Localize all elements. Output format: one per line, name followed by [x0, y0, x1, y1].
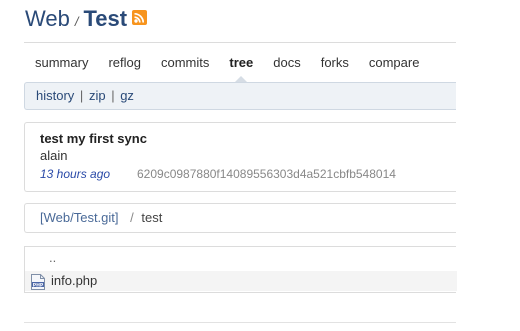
php-file-icon: PHP: [31, 274, 45, 290]
commit-message[interactable]: test my first sync: [40, 131, 456, 147]
svg-text:PHP: PHP: [33, 282, 44, 288]
repo-parent-link[interactable]: Web: [25, 6, 70, 32]
main-nav: summary reflog commits tree docs forks c…: [24, 42, 456, 83]
subnav-bar: history | zip | gz: [24, 82, 456, 110]
breadcrumb-current-folder: test: [141, 210, 163, 225]
tab-reflog[interactable]: reflog: [98, 43, 151, 83]
tree-file-row[interactable]: PHP info.php: [25, 271, 457, 291]
gz-download-link[interactable]: gz: [120, 88, 134, 103]
tab-summary[interactable]: summary: [24, 43, 98, 83]
tab-docs[interactable]: docs: [263, 43, 310, 83]
tab-tree-label: tree: [229, 55, 254, 70]
commit-meta: 13 hours ago 6209c0987880f14089556303d4a…: [40, 165, 456, 183]
commit-author: alain: [40, 148, 68, 163]
tab-commits[interactable]: commits: [151, 43, 219, 83]
breadcrumb-separator: /: [130, 210, 134, 225]
page-title: Web / Test: [25, 6, 127, 34]
file-tree: .. PHP info.php: [24, 246, 457, 293]
tab-compare[interactable]: compare: [359, 43, 430, 83]
commit-age: 13 hours ago: [40, 167, 111, 181]
subnav-divider: |: [79, 88, 84, 103]
parent-dir-link[interactable]: ..: [49, 251, 56, 265]
title-separator: /: [74, 14, 79, 29]
tree-parent-row[interactable]: ..: [25, 251, 457, 271]
footer-divider: [24, 322, 456, 323]
tab-forks[interactable]: forks: [311, 43, 359, 83]
commit-summary: test my first sync alain 13 hours ago 62…: [24, 122, 456, 192]
breadcrumb: [Web/Test.git] / test: [24, 203, 456, 233]
commit-sha[interactable]: 6209c0987880f14089556303d4a521cbfb548014: [137, 165, 396, 183]
repo-name-link[interactable]: Test: [83, 6, 127, 32]
zip-download-link[interactable]: zip: [89, 88, 106, 103]
history-link[interactable]: history: [36, 88, 74, 103]
file-link[interactable]: info.php: [51, 271, 97, 291]
rss-feed-icon[interactable]: [132, 10, 147, 25]
tab-tree[interactable]: tree: [219, 43, 263, 83]
breadcrumb-repo-link[interactable]: [Web/Test.git]: [40, 210, 119, 225]
subnav-divider: |: [111, 88, 115, 103]
